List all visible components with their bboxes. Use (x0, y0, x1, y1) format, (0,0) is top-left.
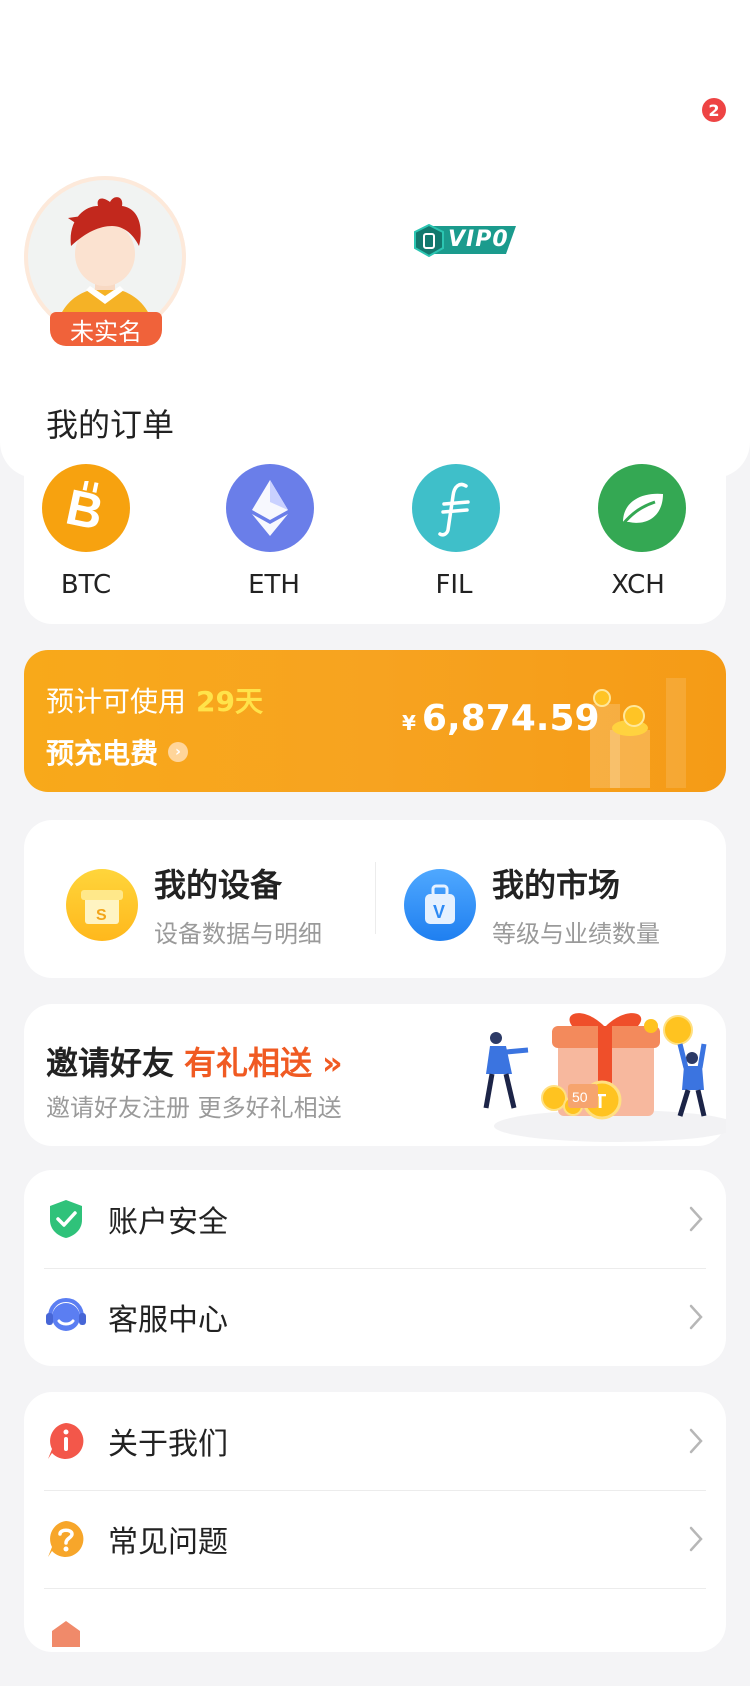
voucher-amount: 50 (572, 1089, 588, 1105)
menu-item-label: 关于我们 (108, 1427, 228, 1462)
coins-stack-icon (590, 678, 686, 788)
gift-box-illustration-icon: T 50 (483, 1013, 726, 1142)
menu-item-label: 常见问题 (108, 1525, 228, 1560)
market-bag-glyph-icon: V (425, 884, 455, 924)
device-market-card: S 我的设备 设备数据与明细 V 我的市场 等级与业绩数量 (24, 820, 726, 978)
real-name-status-tag[interactable]: 未实名 (50, 312, 162, 346)
coin-label-eth: ETH (248, 570, 300, 600)
device-box-icon: S (66, 868, 138, 941)
chevron-right-icon (689, 1206, 703, 1232)
divider (375, 862, 376, 934)
my-devices-title: 我的设备 (154, 866, 283, 904)
arrow-right-circle-icon: › (168, 742, 189, 762)
info-icon (44, 1419, 88, 1463)
chevron-right-icon (689, 1428, 703, 1454)
menu-group-2: 关于我们 常见问题 (24, 1392, 726, 1652)
prepay-days: 29天 (196, 685, 263, 718)
coin-label-btc: BTC (60, 570, 112, 600)
coin-label-xch: XCH (611, 570, 665, 600)
device-box-glyph-icon: S (81, 889, 123, 924)
svg-text:S: S (96, 907, 107, 924)
prepay-action[interactable]: 预充电费 › (46, 732, 189, 772)
double-chevron-icon: » (322, 1044, 343, 1082)
my-market-subtitle: 等级与业绩数量 (492, 920, 660, 948)
my-devices-subtitle: 设备数据与明细 (154, 920, 322, 948)
svg-text:V: V (433, 902, 445, 922)
prepay-amount-value: 6,874.59 (421, 698, 600, 739)
question-icon (44, 1517, 88, 1561)
menu-item-faq[interactable]: 常见问题 (24, 1490, 726, 1588)
menu-item-partial[interactable] (24, 1588, 726, 1686)
menu-item-label: 账户安全 (108, 1205, 228, 1240)
ethereum-icon (252, 480, 288, 536)
prepay-estimate-label: 预计可使用 (46, 685, 187, 718)
coin-eth[interactable] (226, 464, 314, 552)
my-market-title: 我的市场 (492, 866, 621, 904)
notification-badge[interactable]: 2 (702, 98, 726, 122)
prepay-amount: ¥ 6,874.59 (402, 698, 600, 739)
profile-header: 2 未实名 VIP0 我的订单 (0, 0, 750, 478)
vip-label: VIP0 (448, 227, 509, 252)
coins-card: B BTC ETH FIL XCH (24, 440, 726, 624)
shield-check-icon (44, 1197, 88, 1241)
prepay-estimate: 预计可使用 29天 (46, 680, 263, 720)
invite-subtitle: 邀请好友注册 更多好礼相送 (46, 1094, 342, 1122)
menu-item-customer-service[interactable]: 客服中心 (24, 1268, 726, 1366)
prepay-action-label: 预充电费 (46, 737, 159, 770)
coin-label-fil: FIL (435, 570, 473, 600)
coin-xch[interactable] (598, 464, 686, 552)
prepay-card[interactable]: 预计可使用 29天 预充电费 › ¥ 6,874.59 (24, 650, 726, 792)
menu-item-about-us[interactable]: 关于我们 (24, 1392, 726, 1490)
filecoin-icon (438, 482, 470, 537)
market-bag-icon: V (404, 868, 476, 941)
chevron-right-icon (689, 1526, 703, 1552)
menu-group-1: 账户安全 客服中心 (24, 1170, 726, 1366)
invite-gift-text: 有礼相送 (184, 1044, 313, 1082)
menu-item-label: 客服中心 (108, 1303, 228, 1338)
vip-badge[interactable]: VIP0 (412, 223, 520, 258)
currency-symbol: ¥ (402, 711, 416, 735)
my-devices-entry[interactable]: S 我的设备 设备数据与明细 (66, 860, 322, 949)
invite-title-text: 邀请好友 (46, 1044, 175, 1082)
chia-leaf-icon (621, 493, 663, 525)
headset-icon (44, 1295, 88, 1339)
coin-btc[interactable]: B (42, 464, 130, 552)
menu-item-account-security[interactable]: 账户安全 (24, 1170, 726, 1268)
my-market-entry[interactable]: V 我的市场 等级与业绩数量 (404, 860, 660, 949)
bitcoin-icon: B (63, 481, 108, 535)
chevron-right-icon (689, 1304, 703, 1330)
coin-fil[interactable] (412, 464, 500, 552)
partial-icon (44, 1615, 88, 1659)
invite-card[interactable]: 邀请好友 有礼相送» 邀请好友注册 更多好礼相送 T 50 (24, 1004, 726, 1146)
invite-title: 邀请好友 有礼相送» (46, 1038, 343, 1084)
